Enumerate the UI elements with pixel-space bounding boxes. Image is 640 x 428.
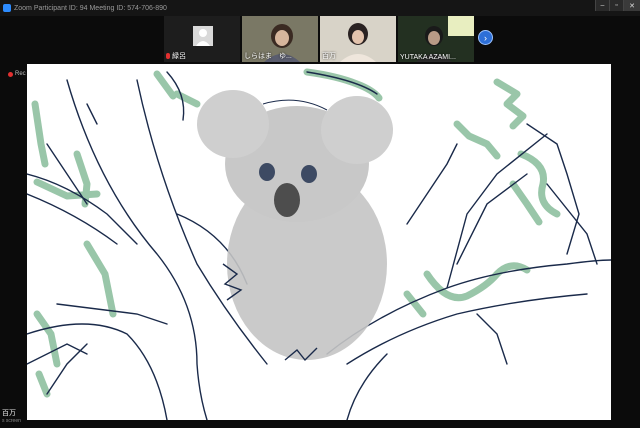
participant-thumbnail-active[interactable]: しらはま ゆ... <box>242 16 318 62</box>
participant-strip: 緑呂 しらはま ゆ... 百万 YUTAKA AZAMI... <box>164 16 474 62</box>
recording-indicator: Rec <box>8 71 26 77</box>
koala <box>197 90 393 362</box>
participant-thumbnail[interactable]: 百万 <box>320 16 396 62</box>
window-title: Zoom Participant ID: 94 Meeting ID: 574-… <box>14 4 167 12</box>
recording-label: Rec <box>15 71 26 77</box>
close-button[interactable]: ✕ <box>623 0 640 11</box>
record-dot-icon <box>8 71 13 77</box>
participant-name: 緑呂 <box>172 53 186 60</box>
participant-name: しらはま ゆ... <box>244 53 292 60</box>
avatar <box>193 26 213 46</box>
next-participants-button[interactable]: › <box>478 30 493 45</box>
minimize-button[interactable]: – <box>595 0 609 11</box>
screen-sharer-name: 百万 <box>2 410 16 417</box>
participant-thumbnail[interactable]: YUTAKA AZAMI... <box>398 16 474 62</box>
koala-drawing <box>27 68 611 420</box>
mic-muted-icon <box>166 53 170 59</box>
participant-name: YUTAKA AZAMI... <box>400 54 456 61</box>
participant-thumbnail[interactable]: 緑呂 <box>164 16 240 62</box>
window-controls: – ▫ ✕ <box>595 0 640 11</box>
maximize-button[interactable]: ▫ <box>609 0 623 11</box>
shared-whiteboard[interactable] <box>27 64 611 420</box>
participant-name: 百万 <box>322 53 336 60</box>
zoom-app-icon <box>3 4 11 12</box>
screen-sharer-subtitle: s screen <box>2 418 21 424</box>
title-bar: Zoom Participant ID: 94 Meeting ID: 574-… <box>0 0 640 16</box>
avatar-placeholder-icon <box>196 29 210 46</box>
